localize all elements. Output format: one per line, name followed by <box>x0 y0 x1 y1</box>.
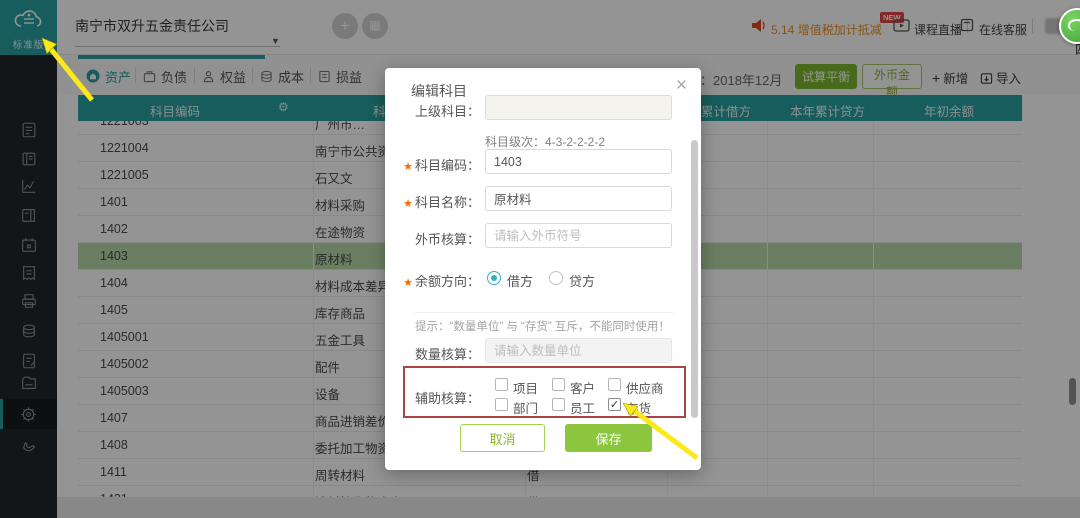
foreign-currency-field[interactable] <box>485 223 672 248</box>
modal-scrollbar-thumb[interactable] <box>691 140 698 418</box>
quantity-label: 数量核算： <box>385 344 480 363</box>
foreign-currency-label: 外币核算： <box>385 229 480 248</box>
radio-debit-label[interactable]: 借方 <box>507 271 533 290</box>
modal-title: 编辑科目 <box>411 81 467 101</box>
cancel-button[interactable]: 取消 <box>460 424 545 452</box>
account-name-label: ★科目名称： <box>385 192 480 211</box>
account-name-field[interactable] <box>485 186 672 211</box>
save-button[interactable]: 保存 <box>565 424 652 452</box>
account-level-text: 科目级次：4-3-2-2-2-2 <box>485 133 605 150</box>
required-star: ★ <box>403 161 413 173</box>
radio-debit[interactable] <box>487 271 501 285</box>
parent-account-label: 上级科目： <box>385 101 480 120</box>
app-window: 南宁市双升五金责任公司 ▼ + ▦ 5.14 增值税加计抵减 NEW 课程直播 … <box>0 0 1080 518</box>
divider <box>415 312 673 313</box>
mutual-exclusion-hint: 提示：“数量单位” 与 “存货” 互斥，不能同时使用！ <box>415 318 670 334</box>
required-star: ★ <box>403 198 413 210</box>
quantity-field[interactable] <box>485 338 672 363</box>
account-code-label: ★科目编码： <box>385 155 480 174</box>
required-star: ★ <box>403 277 413 289</box>
parent-account-field <box>485 95 672 120</box>
annotation-highlight-rect <box>403 366 686 418</box>
radio-credit[interactable] <box>549 271 563 285</box>
radio-credit-label[interactable]: 贷方 <box>569 271 595 290</box>
close-icon[interactable]: × <box>676 76 687 95</box>
account-code-field[interactable] <box>485 149 672 174</box>
balance-direction-label: ★余额方向： <box>385 271 480 290</box>
